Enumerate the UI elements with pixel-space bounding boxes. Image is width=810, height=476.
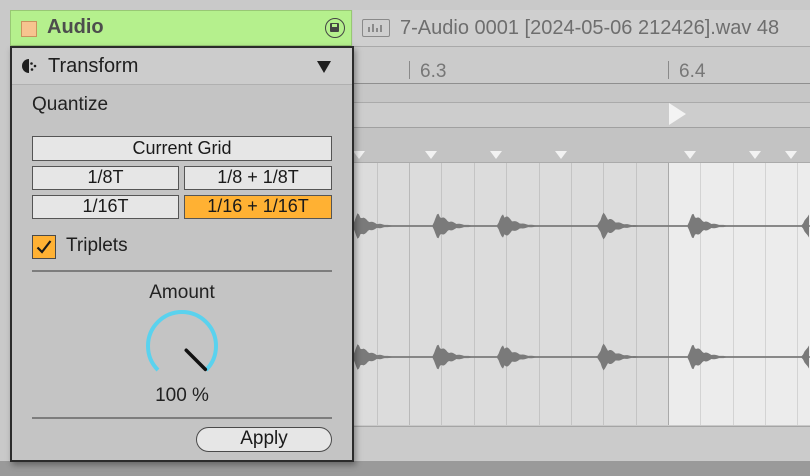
collapse-triangle-icon[interactable]	[317, 61, 331, 73]
save-icon[interactable]	[325, 18, 345, 38]
divider	[32, 417, 332, 419]
warp-marker[interactable]	[785, 151, 797, 159]
warp-marker[interactable]	[353, 151, 365, 159]
transform-header[interactable]: Transform	[12, 48, 352, 85]
warp-marker[interactable]	[425, 151, 437, 159]
warp-marker[interactable]	[749, 151, 761, 159]
amount-value: 100 %	[155, 385, 209, 406]
warp-marker[interactable]	[684, 151, 696, 159]
bottom-strip	[0, 461, 810, 476]
live-clip-view: 7-Audio 0001 [2024-05-06 212426].wav 48 …	[0, 0, 810, 476]
checkmark-icon	[36, 240, 52, 254]
loop-lane[interactable]	[353, 84, 810, 103]
track-fold-button[interactable]	[21, 21, 37, 37]
quantize-label: Quantize	[32, 94, 109, 115]
transform-icon	[22, 59, 37, 73]
marker-lane[interactable]	[353, 103, 810, 128]
amount-knob[interactable]	[144, 308, 220, 384]
warp-marker-lane[interactable]	[353, 128, 810, 163]
current-grid-button[interactable]: Current Grid	[32, 136, 332, 161]
clip-title: 7-Audio 0001 [2024-05-06 212426].wav 48	[400, 17, 780, 39]
grid-option-1-8-plus-1-8t[interactable]: 1/8 + 1/8T	[184, 166, 332, 190]
grid-option-1-16-plus-1-16t[interactable]: 1/16 + 1/16T	[184, 195, 332, 219]
apply-button[interactable]: Apply	[196, 427, 332, 452]
knob-pointer	[184, 348, 208, 372]
grid-option-1-16t[interactable]: 1/16T	[32, 195, 179, 219]
start-marker-icon[interactable]	[669, 103, 686, 125]
warp-marker[interactable]	[490, 151, 502, 159]
amount-label: Amount	[149, 282, 215, 303]
triplets-checkbox[interactable]	[32, 235, 56, 259]
audio-clip-icon	[362, 19, 390, 37]
transform-panel: Transform Quantize Current Grid 1/8T 1/8…	[10, 46, 354, 462]
track-title-bar[interactable]: Audio	[10, 10, 352, 46]
clip-header: 7-Audio 0001 [2024-05-06 212426].wav 48	[353, 10, 810, 47]
ruler-label-6-4: 6.4	[679, 61, 706, 82]
knob-arc	[146, 310, 218, 372]
beat-ruler[interactable]: 6.3 6.4	[353, 47, 810, 84]
triplets-label: Triplets	[66, 235, 128, 256]
audio-waveform	[353, 212, 810, 371]
grid-option-1-8t[interactable]: 1/8T	[32, 166, 179, 190]
transform-title: Transform	[48, 55, 139, 77]
clip-footer	[353, 426, 810, 461]
track-name: Audio	[47, 16, 104, 38]
divider	[32, 270, 332, 272]
waveform-display[interactable]	[353, 163, 810, 425]
ruler-label-6-3: 6.3	[420, 61, 447, 82]
warp-marker[interactable]	[555, 151, 567, 159]
